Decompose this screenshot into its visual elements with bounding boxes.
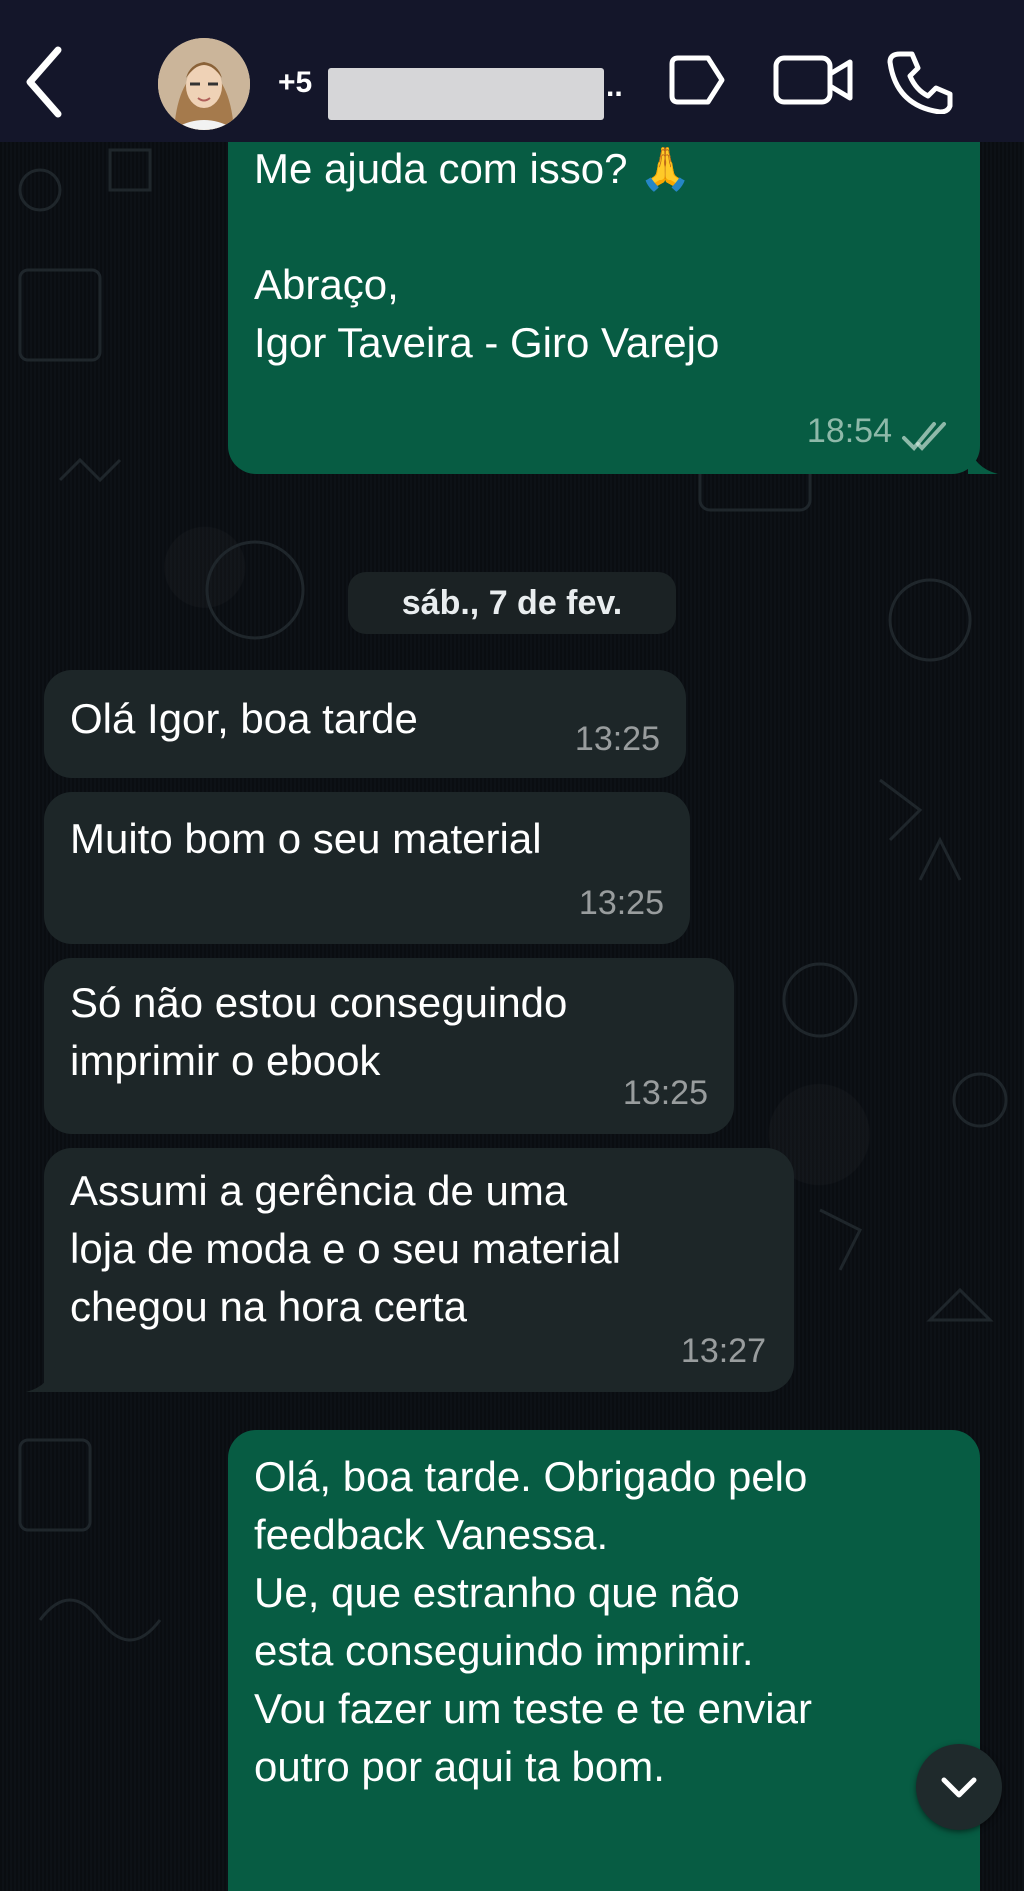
message-bubble-incoming[interactable]: Olá Igor, boa tarde 13:25 [44, 670, 686, 778]
message-time: 18:54 [806, 412, 892, 450]
chat-screen: +5 .. Me ajuda com isso? 🙏 Abraço, Igor … [0, 0, 1024, 1891]
double-check-icon [902, 422, 946, 451]
chat-header: +5 .. [0, 0, 1024, 142]
message-text: Olá, boa tarde. Obrigado pelo feedback V… [254, 1453, 812, 1790]
message-bubble-outgoing[interactable]: Me ajuda com isso? 🙏 Abraço, Igor Taveir… [228, 100, 998, 474]
message-bubble-incoming[interactable]: Só não estou conseguindo imprimir o eboo… [44, 958, 734, 1134]
message-time: 13:25 [574, 720, 660, 758]
message-text: Me ajuda com isso? 🙏 Abraço, Igor Taveir… [254, 145, 720, 366]
message-time: 13:25 [622, 1074, 708, 1112]
message-bubble-incoming[interactable]: Muito bom o seu material 13:25 [44, 792, 690, 944]
label-tag-icon[interactable] [664, 52, 728, 108]
contact-avatar[interactable] [158, 38, 250, 130]
chevron-down-icon [941, 1777, 977, 1798]
message-text: Assumi a gerência de uma loja de moda e … [70, 1167, 621, 1330]
date-separator: sáb., 7 de fev. [348, 572, 676, 634]
back-chevron-icon[interactable] [18, 42, 68, 122]
message-text: Só não estou conseguindo imprimir o eboo… [70, 979, 568, 1084]
message-text: Muito bom o seu material [70, 815, 542, 862]
message-time: 13:25 [578, 884, 664, 922]
message-bubble-incoming[interactable]: Assumi a gerência de uma loja de moda e … [26, 1148, 794, 1392]
message-text: Olá Igor, boa tarde [70, 695, 418, 742]
message-time: 13:27 [680, 1332, 766, 1370]
contact-name-ellipsis: .. [606, 70, 623, 103]
contact-name[interactable]: +5 [278, 66, 312, 100]
phone-icon[interactable] [886, 48, 956, 114]
video-camera-icon[interactable] [772, 52, 854, 108]
scroll-to-bottom-button[interactable] [916, 1744, 1002, 1830]
bubble-tail [26, 1362, 56, 1392]
avatar-image [158, 38, 250, 130]
redacted-phone-number [328, 68, 604, 120]
message-bubble-outgoing[interactable]: Olá, boa tarde. Obrigado pelo feedback V… [228, 1430, 980, 1891]
bubble-tail [968, 444, 998, 474]
